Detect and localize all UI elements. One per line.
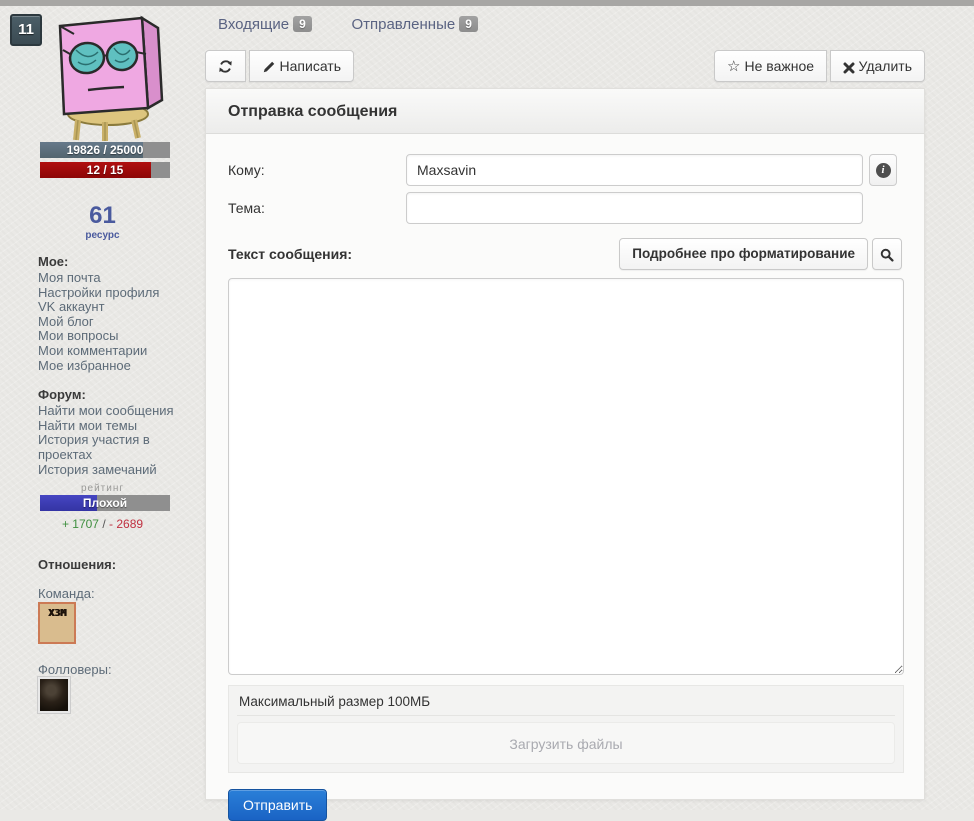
sidebar-menu: Мое: Моя почта Настройки профиля VK акка… [38,254,188,477]
send-button[interactable]: Отправить [228,789,328,821]
to-row: Кому: i [228,154,902,186]
rating-minus: - 2689 [109,517,144,531]
delete-label: Удалить [858,58,912,74]
message-label-row: Текст сообщения: Подробнее про форматиро… [228,238,902,270]
menu-section-forum: Форум: [38,387,86,403]
search-button[interactable] [872,238,902,270]
user-avatar[interactable] [30,10,180,142]
resource-count: 61 [89,202,116,229]
sidebar-item-profile-settings[interactable]: Настройки профиля [38,285,188,301]
to-label: Кому: [228,162,265,178]
sidebar-item-my-questions[interactable]: Мои вопросы [38,329,188,344]
tab-sent-badge: 9 [459,16,478,32]
tab-sent[interactable]: Отправленные 9 [351,16,478,33]
rating-plus: + 1707 [61,517,99,531]
mail-toolbar: Написать ☆ Не важное Удалить [205,50,925,82]
sidebar-item-warnings-history[interactable]: История замечаний [38,462,188,478]
follower-avatar[interactable] [37,676,71,714]
followers-label: Фолловеры: [38,662,112,677]
sidebar-item-vk-account[interactable]: VK аккаунт [38,300,188,315]
rating-label: рейтинг [80,483,125,494]
message-body-textarea[interactable] [228,278,904,675]
formatting-help-button[interactable]: Подробнее про форматирование [619,238,868,270]
refresh-button[interactable] [205,50,246,82]
health-bar: 12 / 15 [40,162,170,178]
relations-title: Отношения: [38,557,117,572]
rating-counts: + 1707 / - 2689 [0,517,205,531]
upload-files-dropzone[interactable]: Загрузить файлы [237,722,895,764]
message-body-label: Текст сообщения: [228,246,353,262]
tab-inbox-badge: 9 [293,16,312,32]
subject-row: Тема: [228,192,902,224]
not-important-label: Не важное [744,58,815,74]
experience-bar-label: 19826 / 25000 [66,143,144,157]
sidebar-item-my-favorites[interactable]: Мое избранное [38,358,188,374]
compose-button-label: Написать [279,58,341,74]
delete-button[interactable]: Удалить [829,50,925,82]
mail-tabs: Входящие 9 Отправленные 9 [218,16,514,33]
refresh-icon [219,60,232,73]
toolbar-left-group: Написать [205,50,354,82]
info-icon: i [875,162,891,178]
tab-inbox[interactable]: Входящие 9 [218,16,312,33]
toolbar-right-group: ☆ Не важное Удалить [714,50,925,82]
sidebar-item-find-my-topics[interactable]: Найти мои темы [38,418,188,434]
sidebar-item-find-my-posts[interactable]: Найти мои сообщения [38,404,188,419]
upload-size-hint: Максимальный размер 100МБ [237,692,895,716]
upload-section: Максимальный размер 100МБ Загрузить файл… [228,685,904,773]
panel-title: Отправка сообщения [206,89,924,134]
send-message-panel: Отправка сообщения Кому: i Тема: Текст с… [205,88,925,821]
top-strip [0,0,974,6]
tab-sent-label: Отправленные [351,16,456,33]
sidebar-item-project-history[interactable]: История участия в проектах [38,432,188,462]
pencil-icon [263,61,274,73]
to-input[interactable] [406,154,863,186]
team-avatar[interactable]: ХЗМ [38,602,76,644]
sidebar-item-my-comments[interactable]: Мои комментарии [38,343,188,359]
star-icon: ☆ [727,57,741,75]
pink-box-avatar-illustration [58,15,164,141]
subject-input[interactable] [406,192,863,224]
sidebar-item-my-mail[interactable]: Моя почта [38,270,188,286]
magnifier-icon [880,248,894,262]
sidebar-item-my-blog[interactable]: Мой блог [38,314,188,330]
menu-section-my: Мое: [38,254,69,269]
rating-bar-value: Плохой [82,496,128,510]
compose-button[interactable]: Написать [248,50,354,82]
subject-label: Тема: [228,200,265,216]
rating-bar: Плохой [40,495,170,511]
resource-label: ресурс [85,230,120,241]
experience-bar: 19826 / 25000 [40,142,170,158]
panel-body: Кому: i Тема: Текст сообщения: Подробнее… [206,134,924,821]
rating-separator: / [102,517,106,531]
x-icon [843,62,855,74]
health-bar-label: 12 / 15 [86,163,124,177]
profile-sidebar: 11 19826 / 25000 12 / 15 61 ресурс Мое: … [0,6,205,810]
team-label: Команда: [38,586,95,601]
recipient-info-button[interactable]: i [869,154,897,186]
not-important-button[interactable]: ☆ Не важное [714,50,828,82]
tab-inbox-label: Входящие [218,16,290,33]
